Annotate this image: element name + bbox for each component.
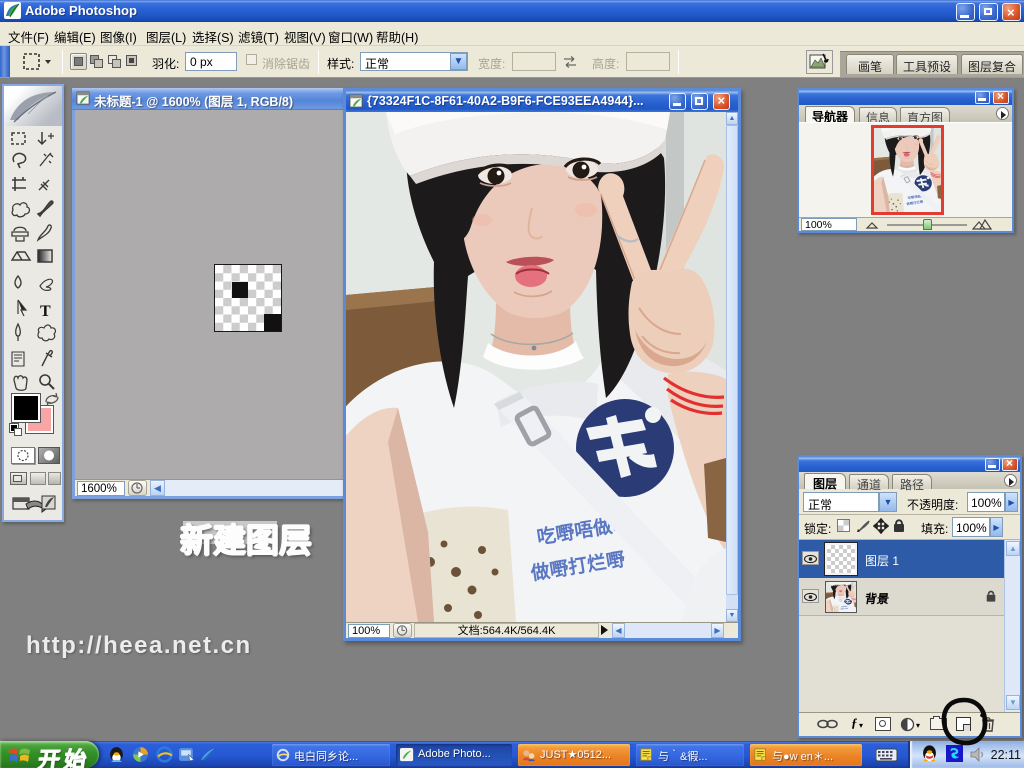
- svg-text:T: T: [40, 303, 51, 320]
